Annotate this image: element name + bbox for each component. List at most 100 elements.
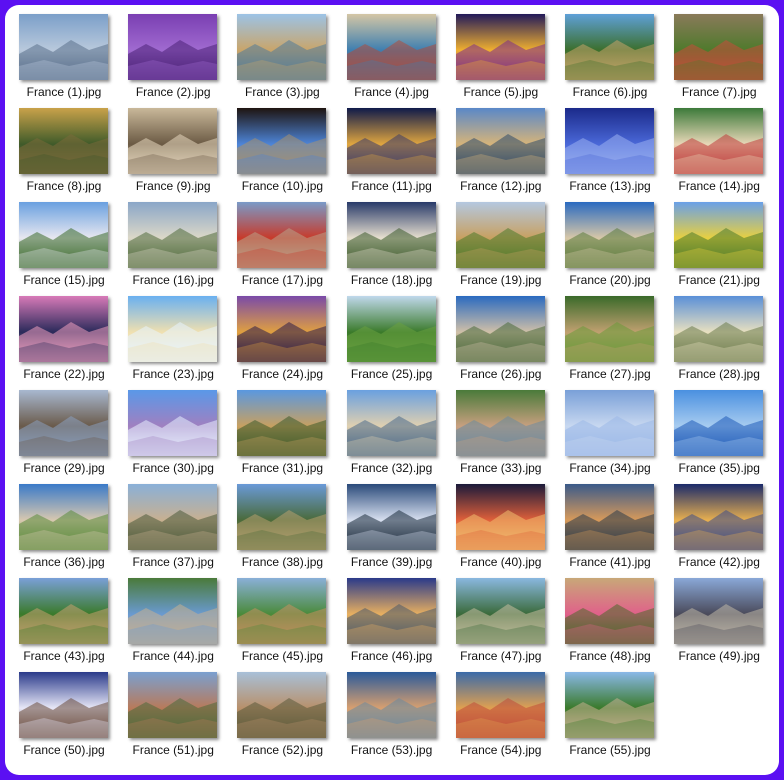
thumbnail-caption: France (8).jpg	[26, 179, 102, 193]
thumbnail-item[interactable]: France (37).jpg	[123, 481, 219, 571]
thumbnail-item[interactable]: France (41).jpg	[560, 481, 656, 571]
cliff-river-village-thumbnail	[565, 14, 654, 80]
thumbnail-item[interactable]: France (40).jpg	[451, 481, 547, 571]
canal-boats-thumbnail	[346, 14, 436, 80]
thumbnail-item[interactable]: France (49).jpg	[669, 575, 765, 665]
thumbnail-item[interactable]: France (34).jpg	[560, 387, 656, 477]
chateau-blue-night-thumbnail	[565, 108, 654, 174]
thumbnail-caption: France (15).jpg	[23, 273, 105, 287]
thumbnail-caption: France (46).jpg	[350, 649, 433, 663]
thumbnail-item[interactable]: France (9).jpg	[123, 105, 219, 195]
cloister-flowers-thumbnail	[565, 578, 654, 644]
mountain-village-roofs-thumbnail	[128, 672, 218, 738]
thumbnail-item[interactable]: France (28).jpg	[669, 293, 765, 383]
thumbnail-item[interactable]: France (46).jpg	[342, 575, 438, 665]
thumbnail-item[interactable]: France (53).jpg	[342, 669, 438, 759]
thumbnail-item[interactable]: France (3).jpg	[232, 11, 328, 101]
coastline-bay-thumbnail	[565, 202, 654, 268]
thumbnail-item[interactable]: France (8).jpg	[14, 105, 110, 195]
thumbnail-item[interactable]: France (16).jpg	[123, 199, 219, 289]
thumbnail-item[interactable]: France (15).jpg	[14, 199, 110, 289]
thumbnail-item[interactable]: France (2).jpg	[123, 11, 219, 101]
thumbnail-caption: France (11).jpg	[351, 179, 432, 193]
thumbnail-item[interactable]: France (7).jpg	[669, 11, 765, 101]
thumbnail-item[interactable]: France (5).jpg	[451, 11, 547, 101]
white-chateau-towers-thumbnail	[19, 202, 108, 268]
bridge-waterfall-thumbnail	[455, 578, 545, 644]
thumbnail-caption: France (20).jpg	[569, 273, 651, 287]
thumbnail-item[interactable]: France (23).jpg	[123, 293, 219, 383]
thumbnail-caption: France (48).jpg	[569, 649, 651, 663]
thumbnail-item[interactable]: France (11).jpg	[342, 105, 438, 195]
thumbnail-item[interactable]: France (25).jpg	[342, 293, 438, 383]
thumbnail-item[interactable]: France (32).jpg	[342, 387, 438, 477]
chateau-red-flowers-thumbnail	[237, 202, 327, 268]
thumbnail-item[interactable]: France (19).jpg	[451, 199, 547, 289]
thumbnail-item[interactable]: France (55).jpg	[560, 669, 656, 759]
thumbnail-caption: France (44).jpg	[132, 649, 214, 663]
thumbnail-item[interactable]: France (35).jpg	[669, 387, 765, 477]
carcassonne-arch-thumbnail	[237, 108, 327, 174]
coastal-town-evening-thumbnail	[346, 578, 436, 644]
thumbnail-caption: France (49).jpg	[678, 649, 760, 663]
thumbnail-caption: France (53).jpg	[350, 743, 433, 757]
thumbnail-caption: France (19).jpg	[460, 273, 542, 287]
thumbnail-item[interactable]: France (27).jpg	[560, 293, 656, 383]
hillside-vineyard-village-thumbnail	[237, 578, 327, 644]
eiffel-tower-night-thumbnail	[455, 14, 545, 80]
chateau-garden-balustrade-thumbnail	[128, 202, 218, 268]
thumbnail-item[interactable]: France (22).jpg	[14, 293, 110, 383]
thumbnail-item[interactable]: France (26).jpg	[451, 293, 547, 383]
thumbnail-window: France (1).jpg France (2).jpg France (3).j…	[5, 5, 779, 775]
thumbnail-caption: France (26).jpg	[460, 367, 542, 381]
colorful-harbor-houses-thumbnail	[455, 672, 545, 738]
thumbnail-caption: France (32).jpg	[350, 461, 433, 475]
thumbnail-item[interactable]: France (36).jpg	[14, 481, 110, 571]
thumbnail-caption: France (52).jpg	[241, 743, 324, 757]
thumbnail-caption: France (23).jpg	[132, 367, 214, 381]
thumbnail-item[interactable]: France (18).jpg	[342, 199, 438, 289]
thumbnail-item[interactable]: France (44).jpg	[123, 575, 219, 665]
thumbnail-item[interactable]: France (51).jpg	[123, 669, 219, 759]
thumbnail-item[interactable]: France (4).jpg	[342, 11, 438, 101]
thumbnail-caption: France (37).jpg	[132, 555, 214, 569]
thumbnail-item[interactable]: France (20).jpg	[560, 199, 656, 289]
thumbnail-item[interactable]: France (42).jpg	[669, 481, 765, 571]
chateau-bridge-night-thumbnail	[346, 108, 436, 174]
thumbnail-caption: France (5).jpg	[463, 85, 539, 99]
thumbnail-item[interactable]: France (17).jpg	[232, 199, 328, 289]
thumbnail-item[interactable]: France (14).jpg	[669, 105, 765, 195]
thumbnail-item[interactable]: France (43).jpg	[14, 575, 110, 665]
thumbnail-item[interactable]: France (10).jpg	[232, 105, 328, 195]
thumbnail-item[interactable]: France (12).jpg	[451, 105, 547, 195]
thumbnail-item[interactable]: France (50).jpg	[14, 669, 110, 759]
thumbnail-caption: France (41).jpg	[569, 555, 651, 569]
bridge-town-river-thumbnail	[128, 484, 218, 550]
thumbnail-item[interactable]: France (30).jpg	[123, 387, 219, 477]
thumbnail-item[interactable]: France (48).jpg	[560, 575, 656, 665]
thumbnail-item[interactable]: France (24).jpg	[232, 293, 328, 383]
yellow-fields-mountains-thumbnail	[674, 202, 764, 268]
thumbnail-item[interactable]: France (6).jpg	[560, 11, 656, 101]
pont-du-gard-aqueduct-thumbnail	[237, 390, 327, 456]
thumbnail-caption: France (17).jpg	[241, 273, 324, 287]
thumbnail-item[interactable]: France (29).jpg	[14, 387, 110, 477]
thumbnail-item[interactable]: France (38).jpg	[232, 481, 328, 571]
thumbnail-caption: France (3).jpg	[245, 85, 320, 99]
chambord-reflection-thumbnail	[455, 108, 545, 174]
thumbnail-item[interactable]: France (13).jpg	[560, 105, 656, 195]
thumbnail-item[interactable]: France (31).jpg	[232, 387, 328, 477]
fountain-eiffel-thumbnail	[128, 296, 218, 362]
thumbnail-caption: France (54).jpg	[460, 743, 542, 757]
thumbnail-item[interactable]: France (39).jpg	[342, 481, 438, 571]
thumbnail-item[interactable]: France (47).jpg	[451, 575, 547, 665]
thumbnail-item[interactable]: France (45).jpg	[232, 575, 328, 665]
vineyard-chateau-thumbnail	[565, 672, 654, 738]
thumbnail-item[interactable]: France (52).jpg	[232, 669, 328, 759]
thumbnail-item[interactable]: France (54).jpg	[451, 669, 547, 759]
rocky-coast-sunset-thumbnail	[565, 484, 654, 550]
thumbnail-item[interactable]: France (21).jpg	[669, 199, 765, 289]
thumbnail-item[interactable]: France (1).jpg	[14, 11, 110, 101]
thumbnail-item[interactable]: France (33).jpg	[451, 387, 547, 477]
thumbnail-caption: France (1).jpg	[26, 85, 102, 99]
